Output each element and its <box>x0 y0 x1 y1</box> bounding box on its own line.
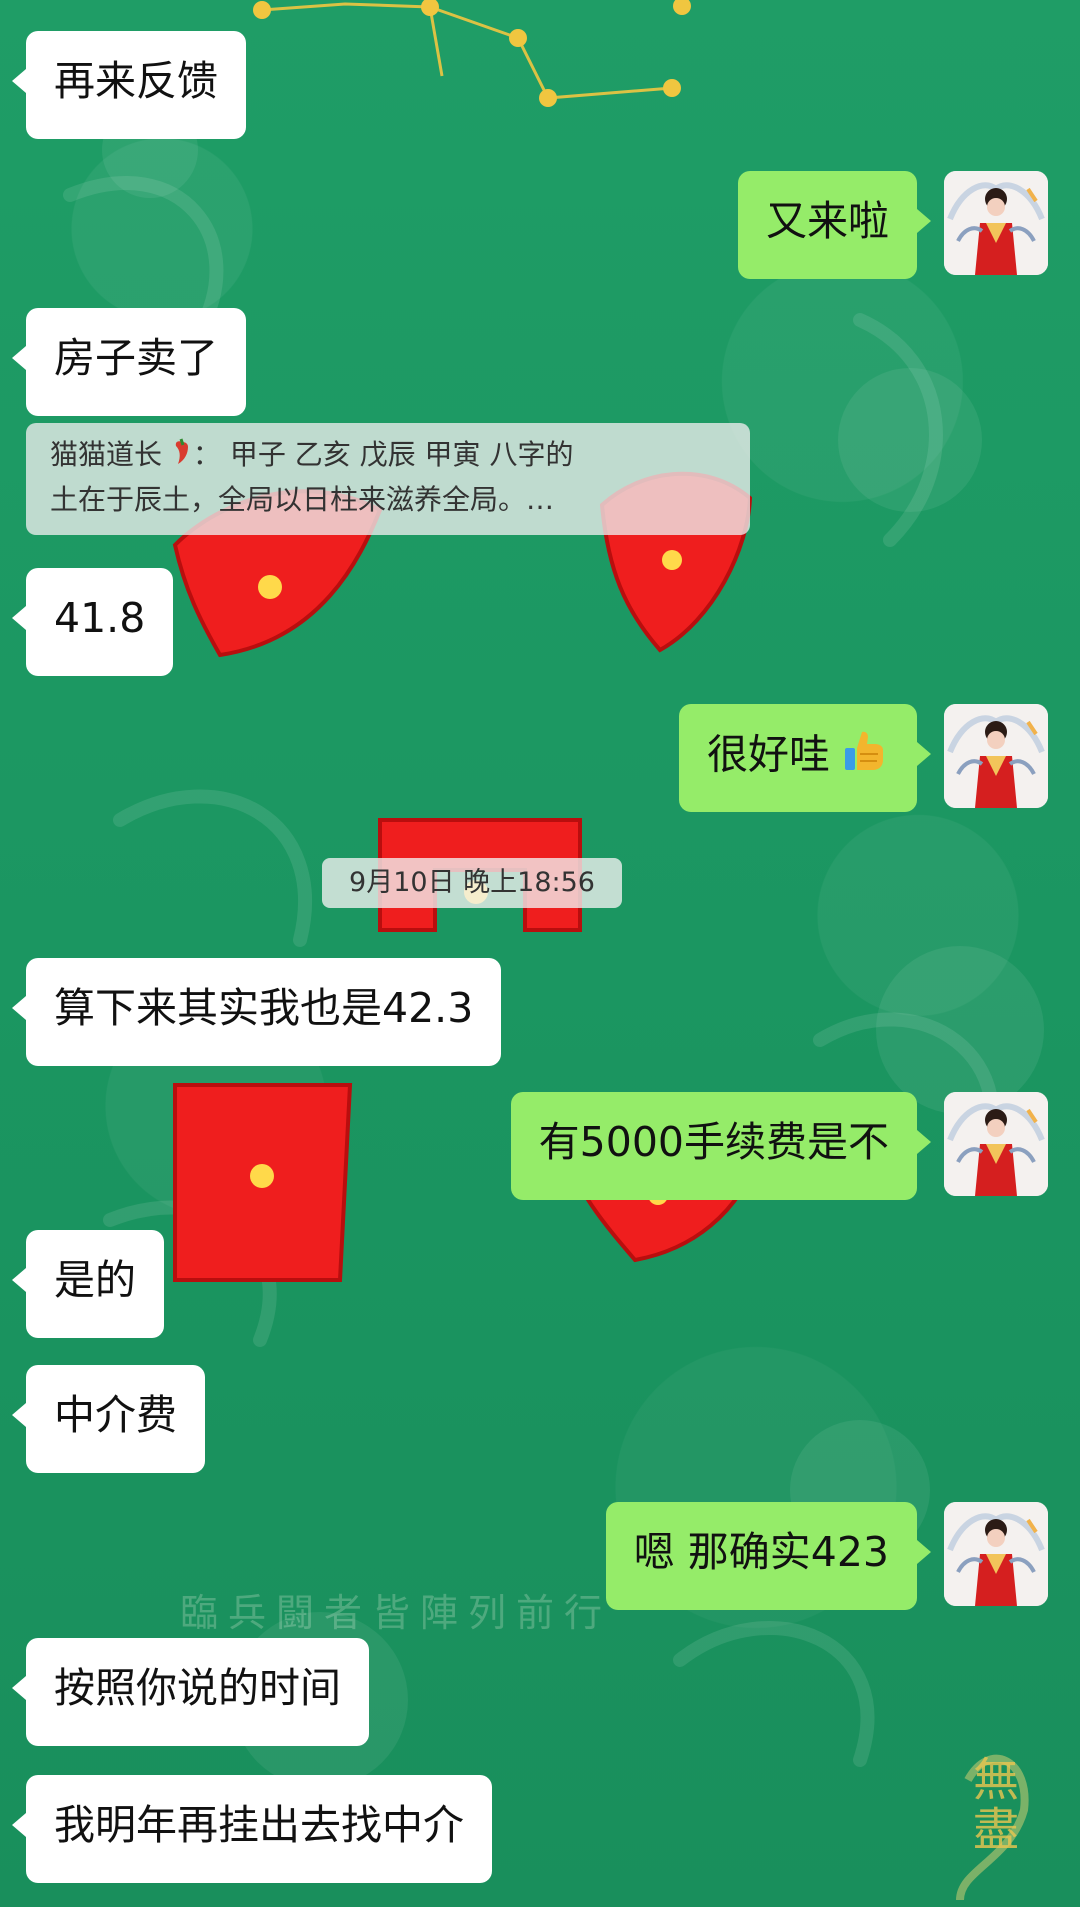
avatar-illustration-icon <box>944 1092 1048 1196</box>
message-text: 我明年再挂出去找中介 <box>54 1801 464 1849</box>
message-left-2[interactable]: 房子卖了 <box>12 308 246 416</box>
quote-author: 猫猫道长 <box>50 438 163 471</box>
message-right-2[interactable]: 很好哇 <box>678 704 932 812</box>
message-text: 中介费 <box>54 1391 177 1439</box>
quote-line-1-text: 甲子 乙亥 戊辰 甲寅 八字的 <box>229 438 574 471</box>
message-left-6[interactable]: 中介费 <box>12 1365 205 1473</box>
message-text: 算下来其实我也是42.3 <box>54 984 474 1032</box>
avatar[interactable] <box>944 171 1048 275</box>
quoted-message[interactable]: 猫猫道长 ： 甲子 乙亥 戊辰 甲寅 八字的 土在于辰土，全局以日柱来滋养全局。… <box>26 423 750 535</box>
message-left-7[interactable]: 按照你说的时间 <box>12 1638 369 1746</box>
avatar[interactable] <box>944 704 1048 808</box>
message-left-5[interactable]: 是的 <box>12 1230 164 1338</box>
thumbs-up-icon <box>843 730 889 785</box>
chili-pepper-icon <box>171 435 193 478</box>
avatar[interactable] <box>944 1092 1048 1196</box>
message-text: 按照你说的时间 <box>54 1664 341 1712</box>
message-left-4[interactable]: 算下来其实我也是42.3 <box>11 958 502 1066</box>
avatar-illustration-icon <box>944 1502 1048 1606</box>
message-text: 房子卖了 <box>54 334 218 382</box>
avatar[interactable] <box>944 1502 1048 1606</box>
message-right-4[interactable]: 嗯 那确实423 <box>605 1502 932 1610</box>
message-right-3[interactable]: 有5000手续费是不 <box>510 1092 932 1200</box>
quote-separator: ： <box>192 438 221 471</box>
background-corner-text: 無盡 <box>966 1755 1020 1855</box>
avatar-illustration-icon <box>944 704 1048 808</box>
message-right-1[interactable]: 又来啦 <box>738 171 931 279</box>
quote-line-2-text: 土在于辰土，全局以日柱来滋养全局。… <box>50 482 555 516</box>
avatar-illustration-icon <box>944 171 1048 275</box>
message-text: 又来啦 <box>766 197 889 245</box>
timestamp-badge: 9月10日 晚上18:56 <box>322 858 622 908</box>
message-text: 有5000手续费是不 <box>538 1118 889 1166</box>
message-text: 很好哇 <box>706 730 830 779</box>
message-left-1[interactable]: 再来反馈 <box>12 31 246 139</box>
message-text: 再来反馈 <box>54 57 218 105</box>
message-left-3[interactable]: 41.8 <box>11 568 174 676</box>
message-text: 是的 <box>54 1256 136 1304</box>
message-text: 41.8 <box>54 594 146 642</box>
quoted-message-line-1: 猫猫道长 ： 甲子 乙亥 戊辰 甲寅 八字的 <box>50 433 728 478</box>
message-left-8[interactable]: 我明年再挂出去找中介 <box>12 1775 492 1883</box>
quoted-message-line-2: 土在于辰土，全局以日柱来滋养全局。… <box>50 478 728 521</box>
message-text: 嗯 那确实423 <box>633 1528 889 1576</box>
